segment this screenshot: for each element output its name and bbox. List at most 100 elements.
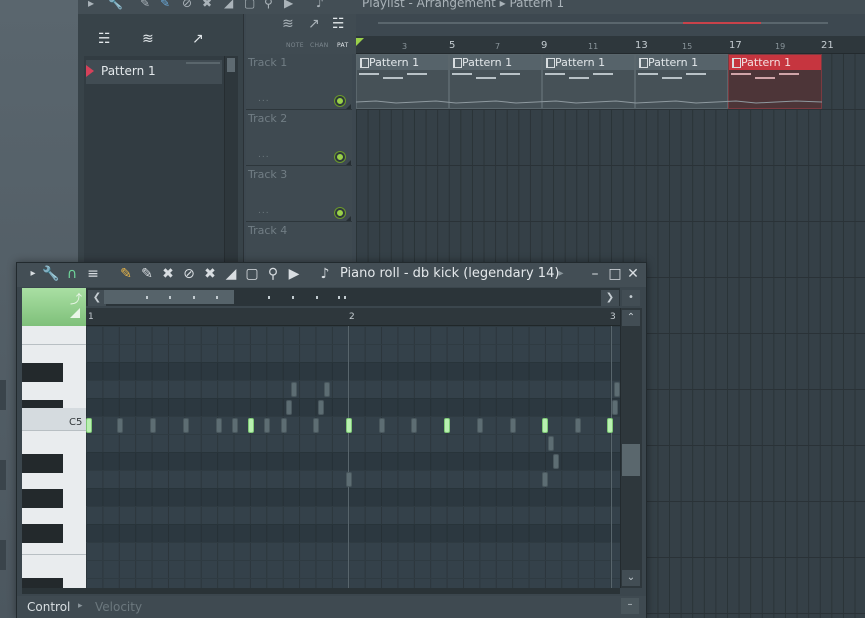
paint-icon[interactable]: ✎ xyxy=(160,0,170,10)
black-key[interactable] xyxy=(22,363,63,382)
note[interactable] xyxy=(542,472,548,487)
black-key[interactable] xyxy=(22,454,63,473)
note[interactable] xyxy=(183,418,189,433)
scroll-down-icon[interactable]: ⌄ xyxy=(622,570,640,586)
velocity-label[interactable]: Velocity xyxy=(95,600,142,614)
scroll-up-icon[interactable]: ⌃ xyxy=(622,310,640,326)
slice-icon[interactable]: ◢ xyxy=(224,0,233,10)
track-header-1[interactable]: Track 1 ... xyxy=(246,54,352,110)
black-key[interactable] xyxy=(22,578,63,588)
track-mute-led[interactable] xyxy=(335,96,345,106)
slice-icon[interactable]: ◢ xyxy=(222,265,240,283)
chan-filter-label[interactable]: CHAN xyxy=(310,42,329,49)
automation-icon[interactable]: ↗ xyxy=(308,16,320,32)
note[interactable] xyxy=(477,418,483,433)
event-editor-splitter[interactable] xyxy=(22,588,620,594)
note[interactable] xyxy=(150,418,156,433)
mute-icon[interactable]: ⊘ xyxy=(182,0,192,10)
control-arrow-icon[interactable]: ▸ xyxy=(78,601,83,611)
select-icon[interactable]: ▢ xyxy=(244,0,255,10)
note[interactable] xyxy=(248,418,254,433)
menu-arrow-icon[interactable]: ▸ xyxy=(88,0,94,10)
stamp-icon[interactable]: ≡ xyxy=(84,265,102,283)
piano-icon[interactable]: ☵ xyxy=(332,16,345,32)
track-resize-handle[interactable] xyxy=(346,104,351,109)
select-icon[interactable]: ▢ xyxy=(243,265,261,283)
control-label[interactable]: Control xyxy=(27,600,70,614)
playback-icon[interactable]: ▶ xyxy=(284,0,293,10)
picker-item-pattern-1[interactable]: Pattern 1 xyxy=(86,60,222,84)
zoom-icon[interactable]: ⚲ xyxy=(264,265,282,283)
note[interactable] xyxy=(286,400,292,415)
note[interactable] xyxy=(313,418,319,433)
note[interactable] xyxy=(264,418,270,433)
speaker-icon[interactable]: ♪ xyxy=(316,265,334,283)
minimize-icon[interactable]: – xyxy=(586,265,604,283)
pat-filter-label[interactable]: PAT xyxy=(337,42,348,49)
note[interactable] xyxy=(411,418,417,433)
track-resize-handle[interactable] xyxy=(346,216,351,221)
pencil-icon[interactable]: ✎ xyxy=(117,265,135,283)
timeline-ruler[interactable] xyxy=(356,36,865,54)
menu-arrow-icon[interactable]: ▸ xyxy=(24,265,42,283)
note[interactable] xyxy=(548,436,554,451)
note[interactable] xyxy=(542,418,548,433)
note[interactable] xyxy=(117,418,123,433)
note[interactable] xyxy=(346,418,352,433)
note[interactable] xyxy=(318,400,324,415)
ruler-number: 13 xyxy=(635,40,648,51)
track-header-2[interactable]: Track 2 ... xyxy=(246,110,352,166)
black-key[interactable] xyxy=(22,489,63,508)
track-resize-handle[interactable] xyxy=(346,160,351,165)
title-arrow-icon[interactable]: ▸ xyxy=(552,265,570,283)
song-position-marker[interactable] xyxy=(683,22,761,24)
note[interactable] xyxy=(553,454,559,469)
note[interactable] xyxy=(575,418,581,433)
note[interactable] xyxy=(612,400,618,415)
piano-roll-corner[interactable]: ⤴ xyxy=(22,288,86,326)
note[interactable] xyxy=(232,418,238,433)
note[interactable] xyxy=(444,418,450,433)
note[interactable] xyxy=(346,472,352,487)
note[interactable] xyxy=(216,418,222,433)
note[interactable] xyxy=(324,382,330,397)
zoom-icon[interactable]: ⚲ xyxy=(264,0,273,10)
paint-icon[interactable]: ✎ xyxy=(138,265,156,283)
automation-icon[interactable]: ↗ xyxy=(192,31,204,47)
note[interactable] xyxy=(291,382,297,397)
close-icon[interactable]: ✕ xyxy=(624,265,642,283)
vscroll-thumb[interactable] xyxy=(622,444,640,476)
control-menu-icon[interactable]: – xyxy=(621,598,639,614)
piano-icon[interactable]: ☵ xyxy=(98,31,111,47)
note[interactable] xyxy=(510,418,516,433)
track-mute-led[interactable] xyxy=(335,208,345,218)
magnet-icon[interactable]: ∩ xyxy=(63,265,81,283)
stretch-icon[interactable]: ⤴ xyxy=(70,290,82,307)
note[interactable] xyxy=(86,418,92,433)
speaker-icon[interactable]: ♪ xyxy=(316,0,324,10)
scroll-menu-icon[interactable]: • xyxy=(622,290,640,306)
clip-note xyxy=(545,73,565,75)
piano-keyboard[interactable] xyxy=(22,326,86,588)
black-key[interactable] xyxy=(22,524,63,543)
note[interactable] xyxy=(379,418,385,433)
speaker-off-icon[interactable]: ✖ xyxy=(202,0,212,10)
track-header-3[interactable]: Track 3 ... xyxy=(246,166,352,222)
mute-icon[interactable]: ⊘ xyxy=(180,265,198,283)
pencil-icon[interactable]: ✎ xyxy=(140,0,150,10)
audio-wave-icon[interactable]: ≋ xyxy=(282,16,294,32)
audio-wave-icon[interactable]: ≋ xyxy=(142,31,154,47)
wrench-icon[interactable]: 🔧 xyxy=(42,265,60,283)
note-filter-label[interactable]: NOTE xyxy=(286,42,304,49)
wrench-icon[interactable]: 🔧 xyxy=(108,0,123,10)
playback-icon[interactable]: ▶ xyxy=(285,265,303,283)
delete-icon[interactable]: ✖ xyxy=(159,265,177,283)
track-mute-led[interactable] xyxy=(335,152,345,162)
note[interactable] xyxy=(281,418,287,433)
speaker-off-icon[interactable]: ✖ xyxy=(201,265,219,283)
playhead-marker[interactable] xyxy=(356,38,364,46)
scroll-right-icon[interactable]: ❯ xyxy=(601,290,619,306)
maximize-icon[interactable]: □ xyxy=(606,265,624,283)
picker-scroll-thumb[interactable] xyxy=(227,58,235,72)
note[interactable] xyxy=(607,418,613,433)
